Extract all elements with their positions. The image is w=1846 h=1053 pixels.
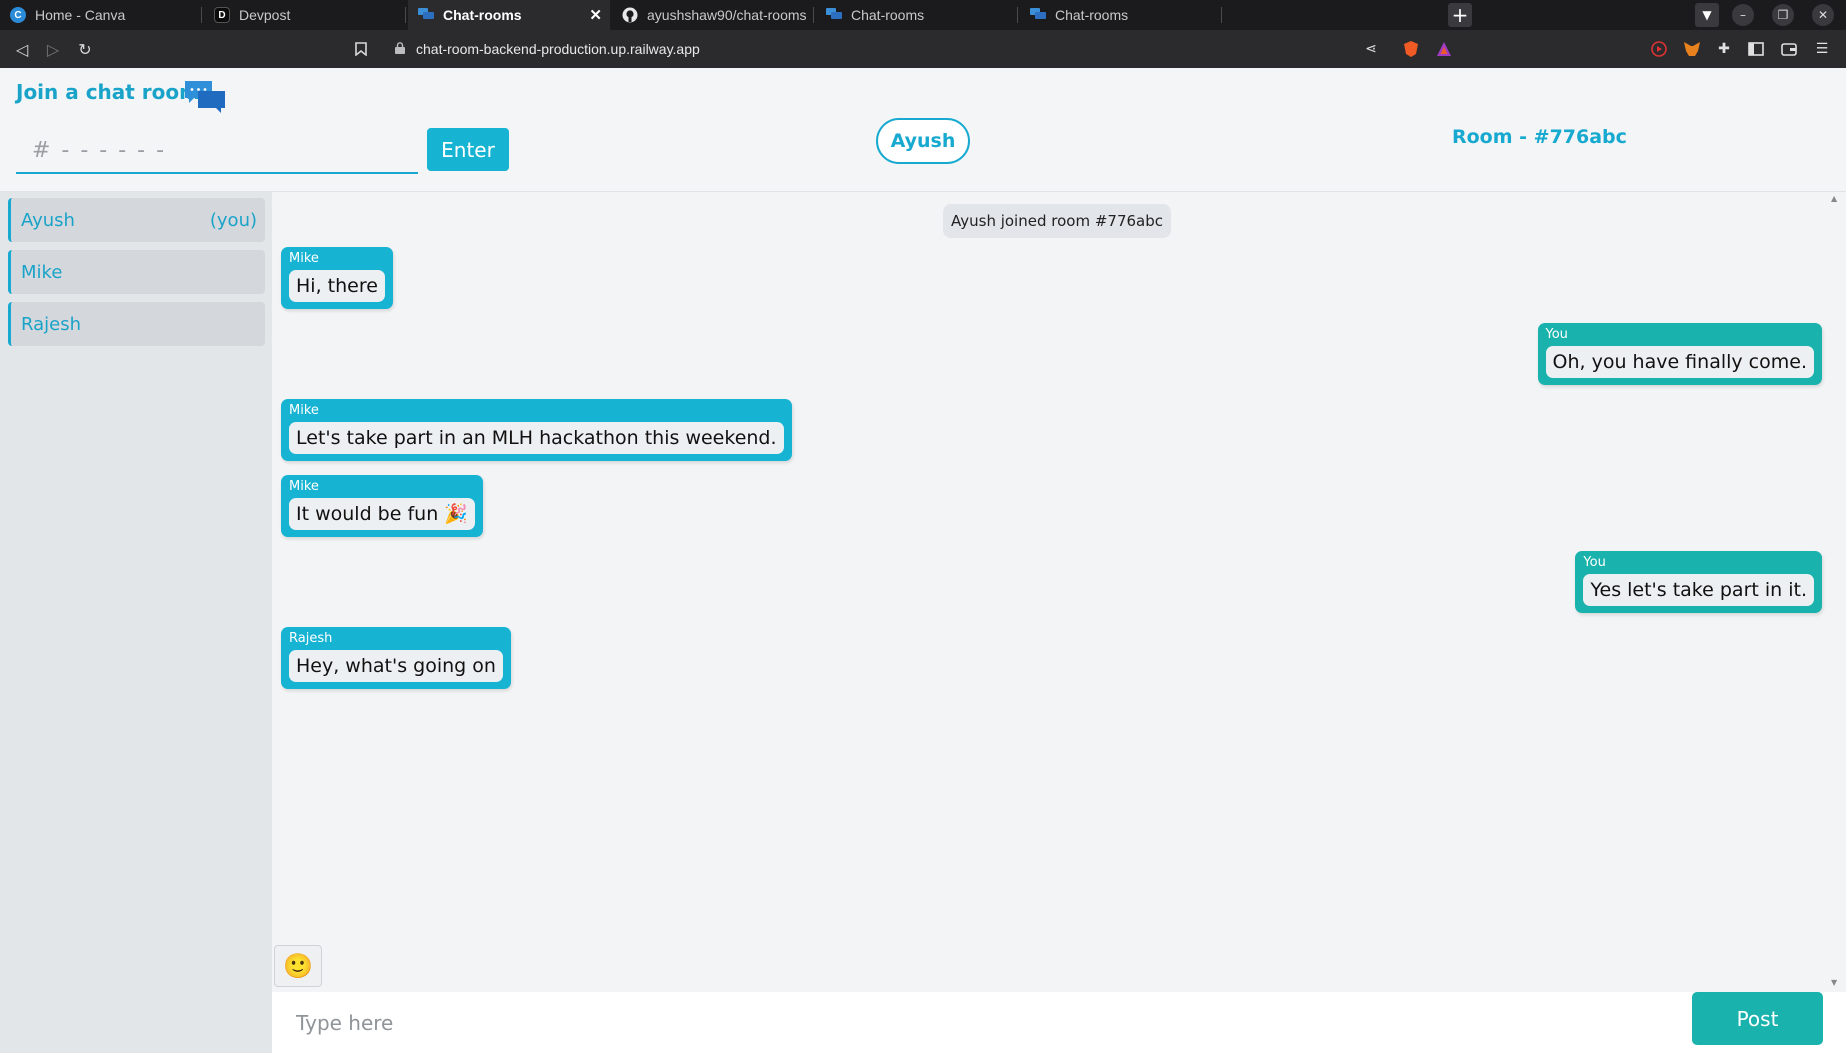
browser-tab[interactable]: ayushshaw90/chat-rooms <box>612 0 814 30</box>
browser-tab-bar: C Home - Canva D Devpost Chat-rooms ✕ ay… <box>0 0 1846 30</box>
message-sender: Mike <box>289 403 319 418</box>
system-message: Ayush joined room #776abc <box>943 204 1171 238</box>
message-sender: Mike <box>289 251 319 266</box>
member-name: Rajesh <box>21 313 82 335</box>
message-text: It would be fun 🎉 <box>289 498 475 530</box>
browser-tab[interactable]: C Home - Canva <box>0 0 202 30</box>
tab-title: Chat-rooms <box>851 7 925 23</box>
browser-tab-active[interactable]: Chat-rooms ✕ <box>408 0 610 30</box>
record-extension-icon[interactable] <box>1649 39 1669 59</box>
extensions-puzzle-icon[interactable]: ✚ <box>1714 39 1734 59</box>
github-icon <box>622 7 638 23</box>
chat-bubbles-icon <box>185 81 225 113</box>
chat-rooms-favicon <box>1030 7 1046 23</box>
message-bubble: Mike Hi, there <box>281 247 393 309</box>
minimize-icon[interactable]: – <box>1732 4 1754 26</box>
tab-title: Home - Canva <box>35 7 126 23</box>
brave-rewards-icon[interactable] <box>1434 39 1454 59</box>
close-tab-icon[interactable]: ✕ <box>589 6 602 24</box>
message-bubble: Mike It would be fun 🎉 <box>281 475 483 537</box>
message-text: Hey, what's going on <box>289 650 503 682</box>
own-message-bubble: You Yes let's take part in it. <box>1575 551 1822 613</box>
member-name: Ayush <box>21 209 75 231</box>
message-text: Oh, you have finally come. <box>1545 346 1814 378</box>
emoji-picker-button[interactable]: 🙂 <box>274 945 322 987</box>
close-window-icon[interactable]: ✕ <box>1812 4 1834 26</box>
own-message-bubble: You Oh, you have finally come. <box>1537 323 1822 385</box>
url-text[interactable]: chat-room-backend-production.up.railway.… <box>416 38 700 60</box>
member-item-ayush[interactable]: Ayush (you) <box>8 198 265 242</box>
lock-icon <box>395 42 405 54</box>
message-text: Hi, there <box>289 270 385 302</box>
current-user-badge: Ayush <box>876 118 970 164</box>
tab-title: Devpost <box>239 7 291 23</box>
bookmark-icon[interactable] <box>350 38 372 60</box>
canva-icon: C <box>10 7 26 23</box>
tab-title: ayushshaw90/chat-rooms <box>647 7 807 23</box>
scroll-up-arrow-icon[interactable]: ▲ <box>1831 194 1837 203</box>
members-sidebar: Ayush (you) Mike Rajesh <box>0 192 272 1053</box>
metamask-icon[interactable] <box>1682 39 1702 59</box>
tab-title: Chat-rooms <box>1055 7 1129 23</box>
message-bubble: Mike Let's take part in an MLH hackathon… <box>281 399 792 461</box>
member-name: Mike <box>21 261 63 283</box>
room-code-input[interactable] <box>16 128 418 174</box>
message-bubble: Rajesh Hey, what's going on <box>281 627 511 689</box>
post-button[interactable]: Post <box>1692 992 1823 1045</box>
browser-tab[interactable]: Chat-rooms <box>816 0 1018 30</box>
menu-hamburger-icon[interactable]: ☰ <box>1812 39 1832 59</box>
message-input[interactable] <box>274 998 1674 1048</box>
brave-shields-icon[interactable] <box>1401 39 1421 59</box>
message-text: Yes let's take part in it. <box>1583 574 1814 606</box>
chat-rooms-favicon <box>418 7 434 23</box>
member-item-mike[interactable]: Mike <box>8 250 265 294</box>
sidebar-toggle-icon[interactable] <box>1746 39 1766 59</box>
new-tab-plus-icon[interactable]: + <box>1448 3 1472 27</box>
message-sender: You <box>1545 327 1568 342</box>
smiley-icon: 🙂 <box>283 952 313 980</box>
message-sender: Mike <box>289 479 319 494</box>
message-text: Let's take part in an MLH hackathon this… <box>289 422 784 454</box>
enter-room-button[interactable]: Enter <box>427 128 509 171</box>
devpost-icon: D <box>214 7 230 23</box>
wallet-icon[interactable] <box>1779 39 1799 59</box>
member-item-rajesh[interactable]: Rajesh <box>8 302 265 346</box>
back-icon[interactable]: ◁ <box>11 38 33 60</box>
scroll-down-arrow-icon[interactable]: ▼ <box>1831 978 1837 987</box>
tab-list-chevron-icon[interactable]: ▼ <box>1695 3 1719 27</box>
member-you-tag: (you) <box>209 209 257 231</box>
message-sender: You <box>1583 555 1606 570</box>
forward-icon[interactable]: ▷ <box>42 38 64 60</box>
browser-tab[interactable]: D Devpost <box>204 0 406 30</box>
room-id-label: Room - #776abc <box>1452 126 1627 148</box>
join-room-title: Join a chat room <box>16 80 200 104</box>
message-sender: Rajesh <box>289 631 333 646</box>
share-icon[interactable]: ⋖ <box>1361 39 1381 59</box>
chat-rooms-favicon <box>826 7 842 23</box>
reload-icon[interactable]: ↻ <box>74 38 96 60</box>
restore-icon[interactable]: ❐ <box>1772 4 1794 26</box>
address-bar: ◁ ▷ ↻ chat-room-backend-production.up.ra… <box>0 30 1846 68</box>
browser-tab[interactable]: Chat-rooms <box>1020 0 1222 30</box>
tab-title: Chat-rooms <box>443 7 522 23</box>
